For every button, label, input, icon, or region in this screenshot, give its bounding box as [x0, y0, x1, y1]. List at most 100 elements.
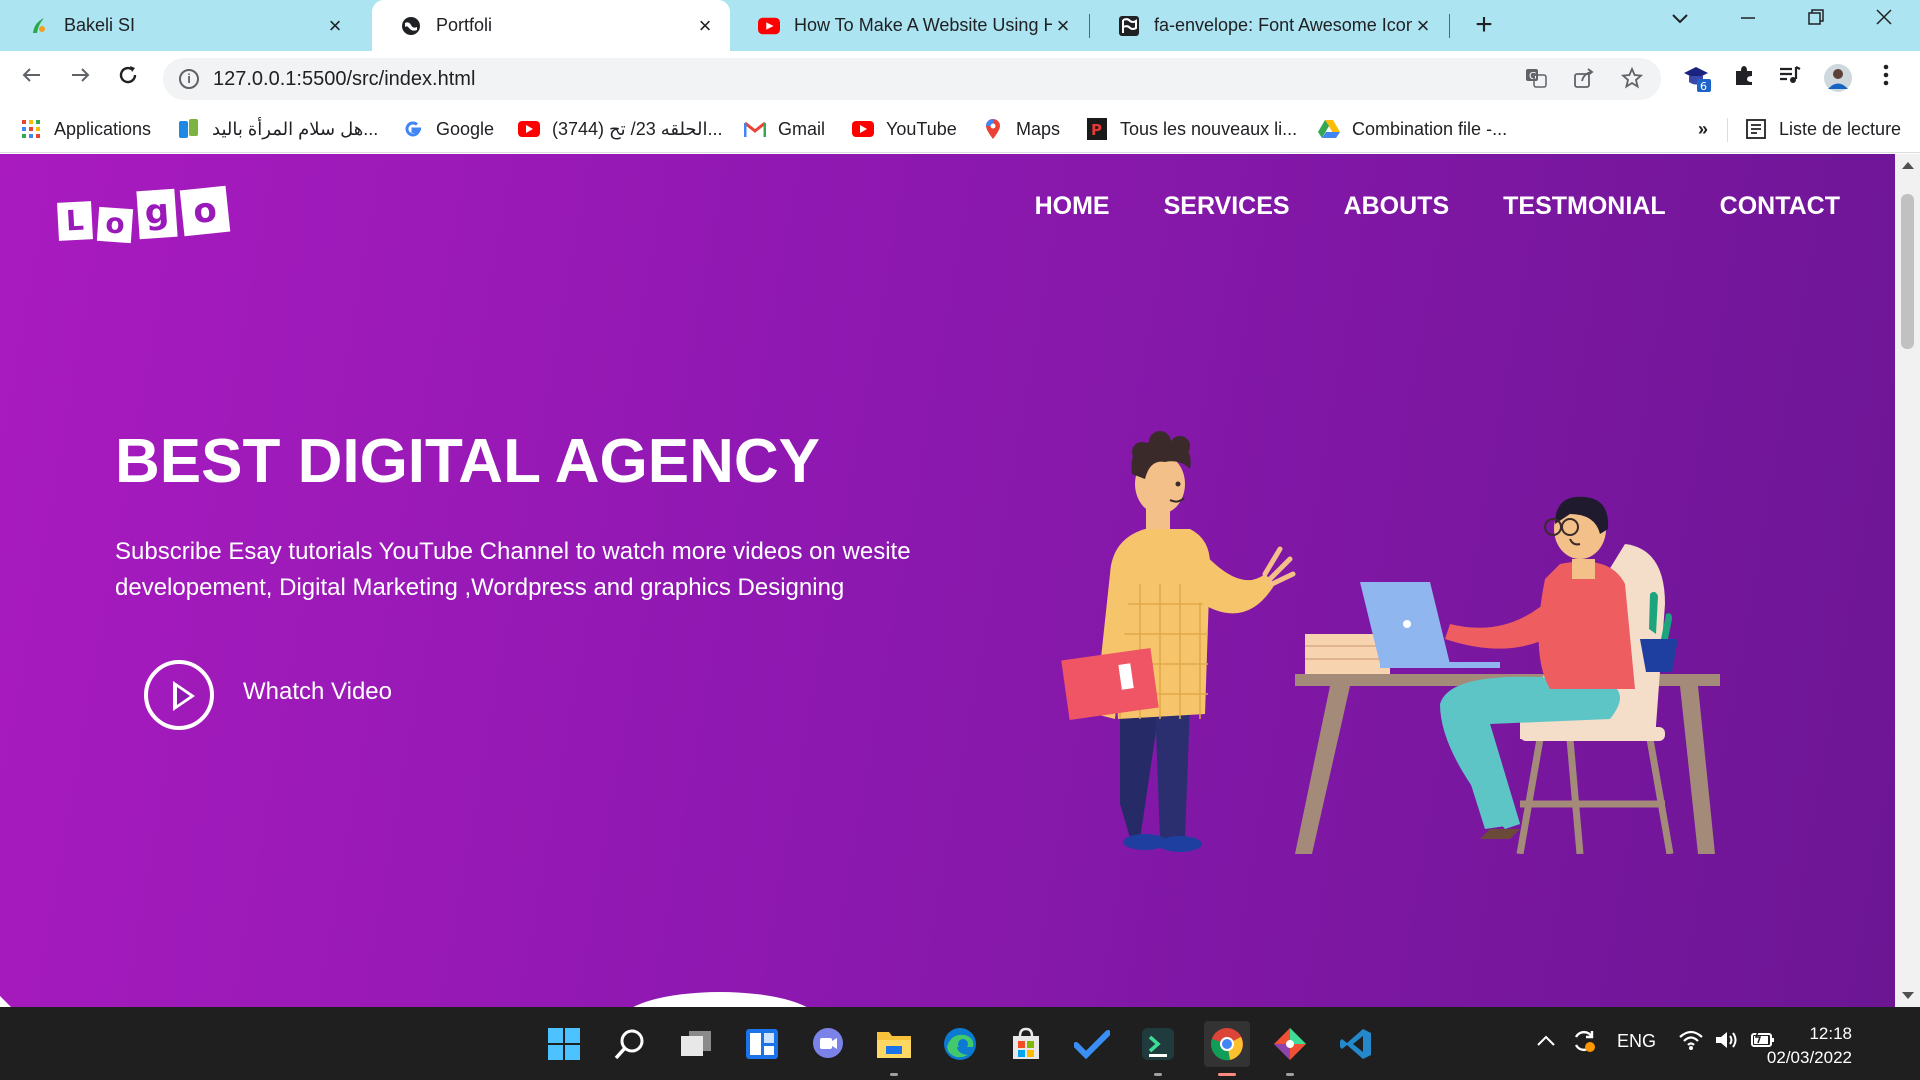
bookmark-label: YouTube: [886, 118, 957, 139]
vscode-icon[interactable]: [1336, 1024, 1376, 1064]
close-icon[interactable]: ×: [1412, 14, 1434, 37]
new-tab-button[interactable]: +: [1468, 10, 1500, 42]
media-queue-icon[interactable]: [1774, 63, 1806, 95]
nav-home-link[interactable]: HOME: [1035, 192, 1110, 221]
tab-search-chevron-icon[interactable]: [1660, 8, 1700, 38]
site-navigation: HOME SERVICES ABOUTS TESTMONIAL CONTACT: [981, 192, 1840, 221]
chrome-menu-icon[interactable]: [1870, 63, 1902, 95]
scroll-up-arrow-icon[interactable]: [1902, 162, 1914, 169]
task-view-icon[interactable]: [676, 1024, 716, 1064]
page-scrollbar[interactable]: [1895, 154, 1920, 1007]
site-logo[interactable]: L o g o: [57, 180, 234, 244]
translate-icon[interactable]: G: [1523, 67, 1549, 93]
watch-video-link[interactable]: Whatch Video: [243, 678, 392, 706]
youtube-icon: [758, 15, 780, 37]
scroll-down-arrow-icon[interactable]: [1902, 992, 1914, 999]
standing-man-illustration: [1061, 431, 1296, 852]
extension-graduation-icon[interactable]: 6: [1681, 63, 1713, 95]
terminal-app-icon[interactable]: [1138, 1024, 1178, 1076]
bookmark-maps[interactable]: Maps: [982, 114, 1060, 144]
browser-toolbar: i G 6: [0, 51, 1920, 106]
reading-list-button[interactable]: Liste de lecture: [1745, 114, 1901, 144]
clock-time: 12:18: [1809, 1024, 1852, 1043]
active-indicator: [1218, 1073, 1236, 1076]
tab-font-awesome[interactable]: fa-envelope: Font Awesome Icon ×: [1090, 0, 1448, 51]
volume-icon[interactable]: [1714, 1029, 1740, 1056]
sync-update-icon[interactable]: [1570, 1027, 1598, 1060]
start-icon[interactable]: [544, 1024, 584, 1064]
extensions-puzzle-icon[interactable]: [1728, 63, 1760, 95]
wifi-icon[interactable]: [1678, 1029, 1704, 1056]
close-icon[interactable]: ×: [1052, 14, 1074, 37]
bookmarks-divider: [1727, 118, 1728, 142]
bookmark-google[interactable]: Google: [402, 114, 494, 144]
tray-overflow-chevron-icon[interactable]: [1536, 1031, 1556, 1052]
nav-testmonial-link[interactable]: TESTMONIAL: [1503, 192, 1666, 221]
play-icon: [177, 687, 190, 705]
tab-youtube-video[interactable]: How To Make A Website Using H ×: [730, 0, 1088, 51]
bookmark-label: Combination file -...: [1352, 118, 1508, 139]
git-client-icon[interactable]: [1270, 1024, 1310, 1076]
nav-contact-link[interactable]: CONTACT: [1720, 192, 1840, 221]
teams-chat-icon[interactable]: [808, 1024, 848, 1064]
bookmarks-overflow-button[interactable]: »: [1698, 114, 1708, 144]
site-info-icon[interactable]: i: [179, 69, 199, 89]
profile-avatar[interactable]: [1822, 63, 1854, 95]
bookmarks-bar: Applications هل سلام المرأة باليد... Goo…: [0, 106, 1920, 153]
restore-button[interactable]: [1796, 8, 1836, 38]
svg-text:G: G: [1529, 71, 1537, 82]
tab-portfoli[interactable]: Portfoli ×: [372, 0, 730, 51]
file-explorer-icon[interactable]: [874, 1024, 914, 1076]
tab-title: fa-envelope: Font Awesome Icon: [1154, 15, 1412, 35]
address-bar[interactable]: i G: [163, 58, 1661, 100]
bookmark-app-icon: [178, 118, 200, 140]
close-window-button[interactable]: [1864, 8, 1904, 38]
bookmark-label: Gmail: [778, 118, 826, 139]
system-clock[interactable]: 12:18 02/03/2022: [1767, 1022, 1852, 1070]
font-awesome-flag-icon: [1118, 15, 1140, 37]
maps-icon: [982, 118, 1004, 140]
share-icon[interactable]: [1571, 67, 1597, 93]
apps-grid-icon: [20, 118, 42, 140]
nav-abouts-link[interactable]: ABOUTS: [1344, 192, 1450, 221]
minimize-button[interactable]: [1728, 8, 1768, 38]
bookmark-youtube[interactable]: YouTube: [852, 114, 957, 144]
tab-strip: Bakeli SI × Portfoli × How To Make A Web…: [0, 0, 1920, 51]
close-icon[interactable]: ×: [694, 14, 716, 37]
bookmark-youtube-episode[interactable]: (3744) الحلقه 23/ تح...: [518, 114, 723, 144]
bookmark-arabic-article[interactable]: هل سلام المرأة باليد...: [178, 114, 378, 144]
google-drive-icon: [1318, 118, 1340, 140]
bakeli-icon: [28, 15, 50, 37]
todo-check-icon[interactable]: [1072, 1024, 1112, 1064]
tab-bakeli[interactable]: Bakeli SI ×: [0, 0, 360, 51]
hero-description: Subscribe Esay tutorials YouTube Channel…: [115, 538, 911, 601]
widgets-icon[interactable]: [742, 1024, 782, 1064]
close-icon[interactable]: ×: [324, 14, 346, 37]
bookmark-gmail[interactable]: Gmail: [744, 114, 825, 144]
reading-list-icon: [1745, 118, 1767, 140]
hero-title: BEST DIGITAL AGENCY: [115, 427, 821, 496]
extension-badge-count: 6: [1700, 80, 1707, 93]
running-indicator: [1286, 1073, 1294, 1076]
search-icon[interactable]: [610, 1024, 650, 1064]
tab-title: Bakeli SI: [64, 15, 136, 35]
language-indicator[interactable]: ENG: [1617, 1031, 1656, 1052]
bookmark-combination-file[interactable]: Combination file -...: [1318, 114, 1507, 144]
bookmark-star-icon[interactable]: [1619, 66, 1645, 93]
reload-button[interactable]: [112, 63, 144, 95]
google-icon: [402, 118, 424, 140]
forward-button[interactable]: [64, 63, 96, 95]
nav-services-link[interactable]: SERVICES: [1164, 192, 1290, 221]
url-input[interactable]: [213, 64, 1413, 94]
scrollbar-thumb[interactable]: [1901, 194, 1914, 349]
bookmark-applications[interactable]: Applications: [20, 114, 151, 144]
bookmark-label: Google: [436, 118, 495, 139]
reading-list-label: Liste de lecture: [1779, 118, 1902, 139]
bookmark-tous-les-nouveaux[interactable]: P Tous les nouveaux li...: [1086, 114, 1297, 144]
back-button[interactable]: [16, 63, 48, 95]
chrome-taskbar-icon[interactable]: [1204, 1021, 1250, 1076]
play-video-button[interactable]: [144, 660, 214, 730]
section-divider-corner: [0, 996, 12, 1007]
edge-browser-icon[interactable]: [940, 1024, 980, 1064]
microsoft-store-icon[interactable]: [1006, 1024, 1046, 1064]
